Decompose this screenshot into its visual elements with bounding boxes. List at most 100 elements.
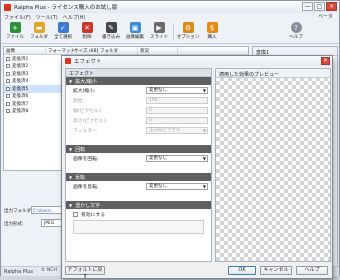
file-list-header: 画像 フォーマット サイズ (KB) フォルダ 状況 <box>4 47 248 55</box>
enable-text-checkbox[interactable] <box>73 211 78 217</box>
filter-row: フィルター: 正方形ピクセル ▼ <box>66 125 211 135</box>
text-input-area[interactable] <box>73 220 204 234</box>
file-name: 変換済3 <box>12 71 29 77</box>
file-checkbox[interactable] <box>6 56 10 61</box>
menu-help[interactable]: ヘルプ(H) <box>63 14 86 21</box>
filter-select-value: 正方形ピクセル <box>149 127 181 133</box>
file-checkbox[interactable] <box>6 79 10 84</box>
window-title: Ralpha Plus - ライセンス購入のお試し版 <box>14 5 118 11</box>
help-button[interactable]: ? ヘルプ <box>284 21 308 43</box>
enable-text-row: 有効にする <box>66 209 211 219</box>
flip-select[interactable]: 変更なし ▼ <box>146 182 208 190</box>
copyright-text: © NCH <box>41 268 57 273</box>
dropdown-arrow-icon: ▼ <box>202 155 206 161</box>
cancel-button[interactable]: キャンセル <box>260 266 292 275</box>
options-button[interactable]: ⚙ オプション <box>176 21 200 43</box>
height-input[interactable]: 0 <box>146 116 208 124</box>
beta-link[interactable]: ベータ <box>318 13 333 20</box>
window-controls: — □ × <box>302 2 337 11</box>
effects-panel: エフェクト ▼ 拡大/縮小 拡大/縮小: 変更なし ▼ 割合: 100 幅(ピクセル… <box>65 68 212 262</box>
section-text-title: 透かし文字 <box>75 202 101 209</box>
file-name: 変換済5 <box>12 86 29 92</box>
file-checkbox[interactable] <box>6 86 10 91</box>
add-folder-button[interactable]: ▬ フォルダ <box>27 21 51 43</box>
rotate-select[interactable]: 変更なし ▼ <box>146 154 208 162</box>
section-rotate-title: 回転 <box>75 146 86 153</box>
percent-input[interactable]: 100 <box>146 96 208 104</box>
flip-label: 画像を反転: <box>73 184 99 190</box>
collapse-arrow-icon: ▼ <box>69 174 73 180</box>
width-input[interactable]: 0 <box>146 106 208 114</box>
file-checkbox[interactable] <box>6 71 10 76</box>
image-edit-button[interactable]: ▣ 画像編集 <box>123 21 147 43</box>
ok-button[interactable]: OK <box>228 266 256 275</box>
title-bar[interactable]: Ralpha Plus - ライセンス購入のお試し版 — □ × <box>1 1 339 13</box>
dialog-help-button[interactable]: ヘルプ <box>296 266 328 275</box>
width-row: 幅(ピクセル): 0 <box>66 105 211 115</box>
add-file-button[interactable]: + ファイル <box>3 21 27 43</box>
scale-row: 拡大/縮小: 変更なし ▼ <box>66 85 211 95</box>
column-size[interactable]: サイズ (KB) <box>72 47 98 54</box>
filter-select[interactable]: 正方形ピクセル ▼ <box>146 126 208 134</box>
scale-select-value: 変更なし <box>149 87 167 93</box>
options-label: オプション <box>176 35 200 40</box>
close-button[interactable]: × <box>326 2 337 11</box>
rotate-label: 画像を回転: <box>73 156 99 162</box>
section-scale-title: 拡大/縮小 <box>75 78 97 85</box>
menu-file[interactable]: ファイル(F) <box>4 14 31 21</box>
dropdown-arrow-icon: ▼ <box>202 183 206 189</box>
select-all-button[interactable]: ✓ 全て選択 <box>51 21 75 43</box>
height-label: 高さ(ピクセル): <box>73 118 108 124</box>
file-checkbox[interactable] <box>6 101 10 106</box>
delete-button[interactable]: ✕ 削除 <box>75 21 99 43</box>
effects-dialog: エフェクト × エフェクト ▼ 拡大/縮小 拡大/縮小: 変更なし ▼ 割合: 10… <box>61 55 333 280</box>
collapse-arrow-icon: ▼ <box>69 78 73 84</box>
column-folder[interactable]: フォルダ <box>98 47 138 54</box>
output-folder-field[interactable]: C:\Users\... <box>31 206 65 214</box>
add-file-icon: + <box>9 22 21 33</box>
reset-defaults-button[interactable]: デフォルトに戻す <box>65 266 105 280</box>
flip-select-value: 変更なし <box>149 183 167 189</box>
buy-button[interactable]: $ 購入 <box>200 21 224 43</box>
help-icon: ? <box>290 22 302 33</box>
flip-row: 画像を反転: 変更なし ▼ <box>66 181 211 191</box>
file-checkbox[interactable] <box>6 109 10 114</box>
section-text-header[interactable]: ▼ 透かし文字 <box>66 201 211 209</box>
filter-label: フィルター: <box>73 128 99 134</box>
select-all-icon: ✓ <box>57 22 69 33</box>
write-button[interactable]: ✎ 書き込み <box>99 21 123 43</box>
dropdown-arrow-icon: ▼ <box>202 127 206 133</box>
rotate-select-value: 変更なし <box>149 155 167 161</box>
section-flip-header[interactable]: ▼ 反転 <box>66 173 211 181</box>
file-checkbox[interactable] <box>6 94 10 99</box>
write-label: 書き込み <box>102 35 120 40</box>
dialog-close-button[interactable]: × <box>321 57 330 65</box>
slide-button[interactable]: ▶ スライド <box>147 21 171 43</box>
section-scale-header[interactable]: ▼ 拡大/縮小 <box>66 77 211 85</box>
effects-panel-header: エフェクト <box>66 69 211 77</box>
percent-label: 割合: <box>73 98 85 104</box>
effect-preview-panel: 適用した効果のプレビュー <box>215 68 331 262</box>
file-checkbox[interactable] <box>6 64 10 69</box>
column-image[interactable]: 画像 <box>4 47 46 54</box>
add-folder-icon: ▬ <box>33 22 45 33</box>
column-format[interactable]: フォーマット <box>46 47 75 54</box>
buy-label: 購入 <box>207 35 217 40</box>
dialog-title-bar[interactable]: エフェクト × <box>62 56 332 66</box>
dropdown-arrow-icon: ▼ <box>202 87 206 93</box>
column-status[interactable]: 状況 <box>138 47 178 54</box>
enable-text-label: 有効にする <box>81 212 106 218</box>
output-folder-label: 出力フォルダ: <box>4 209 33 214</box>
section-rotate-header[interactable]: ▼ 回転 <box>66 145 211 153</box>
minimize-button[interactable]: — <box>302 2 313 11</box>
status-app-name: Ralpha Plus <box>4 268 33 275</box>
collapse-arrow-icon: ▼ <box>69 146 73 152</box>
menu-tools[interactable]: ツール(T) <box>36 14 58 21</box>
scale-select[interactable]: 変更なし ▼ <box>146 86 208 94</box>
maximize-button[interactable]: □ <box>314 2 325 11</box>
output-format-label: 出力形式: <box>4 222 24 227</box>
width-label: 幅(ピクセル): <box>73 108 103 114</box>
